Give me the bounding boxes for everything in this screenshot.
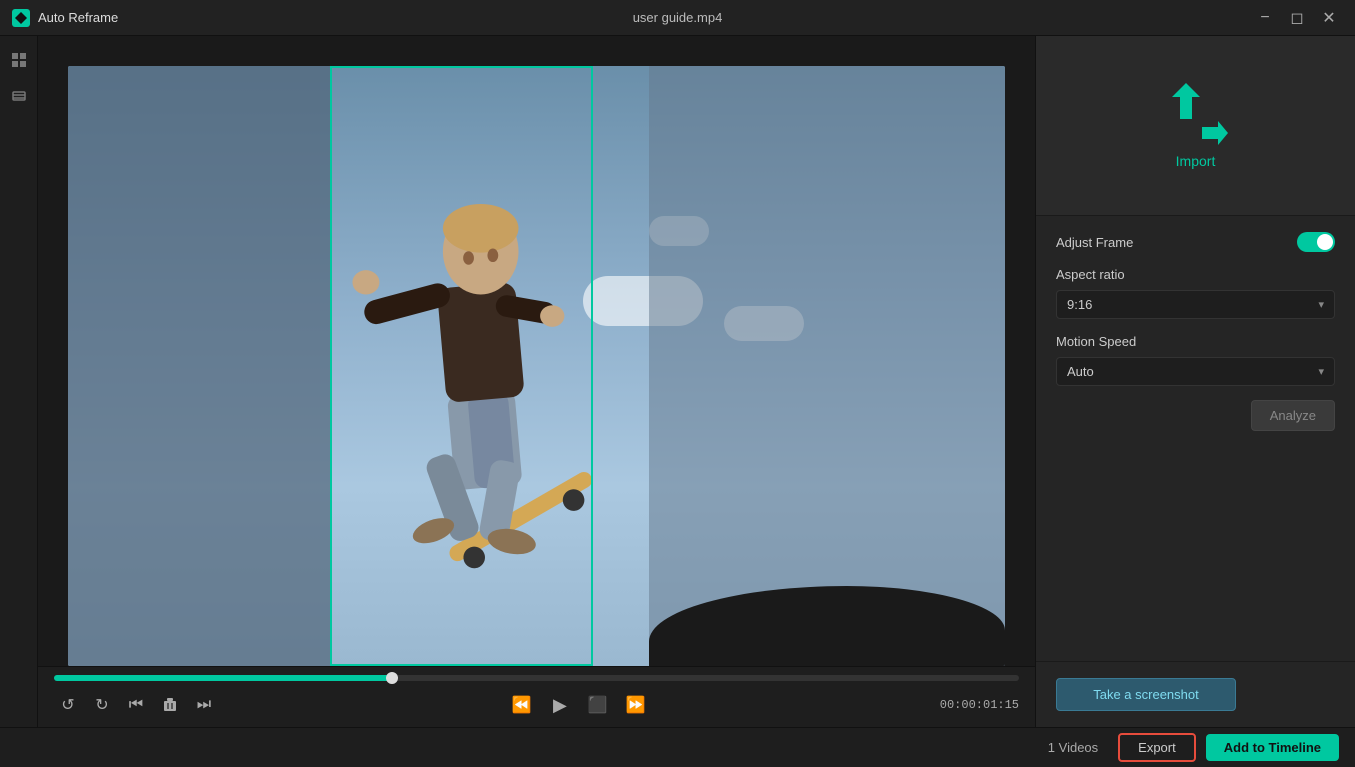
- motion-speed-dropdown[interactable]: Auto ▾: [1056, 357, 1335, 386]
- progress-fill: [54, 675, 392, 681]
- toggle-thumb: [1317, 234, 1333, 250]
- maximize-button[interactable]: ◻: [1283, 4, 1311, 32]
- video-viewport: [68, 66, 1005, 666]
- controls-bar: ↺ ↻ ⏮ ⏭ ⏪ ▶ ⬛: [38, 666, 1035, 727]
- video-scene: [68, 66, 1005, 666]
- sidebar-icon-grid[interactable]: [5, 46, 33, 74]
- left-sidebar: [0, 36, 38, 727]
- download-arrow-icon: [1166, 83, 1206, 123]
- bottom-bar: 1 Videos Export Add to Timeline: [0, 727, 1355, 767]
- analyze-button[interactable]: Analyze: [1251, 400, 1335, 431]
- add-timeline-button[interactable]: Add to Timeline: [1206, 734, 1339, 761]
- skip-back-button[interactable]: ⏮: [122, 691, 150, 719]
- app-name: Auto Reframe: [38, 10, 118, 25]
- motion-speed-value: Auto: [1067, 364, 1094, 379]
- import-label[interactable]: Import: [1176, 153, 1216, 169]
- import-arrow-icon: [1202, 119, 1230, 147]
- aspect-ratio-value: 9:16: [1067, 297, 1092, 312]
- redo-button[interactable]: ↻: [88, 691, 116, 719]
- screenshot-button[interactable]: Take a screenshot: [1056, 678, 1236, 711]
- aspect-ratio-label: Aspect ratio: [1056, 267, 1125, 282]
- close-button[interactable]: ✕: [1315, 4, 1343, 32]
- screenshot-section: Take a screenshot: [1036, 661, 1355, 727]
- progress-thumb[interactable]: [386, 672, 398, 684]
- minimize-button[interactable]: −: [1251, 4, 1279, 32]
- import-section: Import: [1036, 36, 1355, 216]
- controls-center: ⏪ ▶ ⬛ ⏩: [508, 691, 650, 719]
- progress-bar[interactable]: [54, 675, 1019, 681]
- title-bar: Auto Reframe user guide.mp4 − ◻ ✕: [0, 0, 1355, 36]
- skip-forward-button[interactable]: ⏭: [190, 691, 218, 719]
- file-name: user guide.mp4: [633, 10, 723, 25]
- window-controls: − ◻ ✕: [1251, 4, 1343, 32]
- playback-controls: ↺ ↻ ⏮ ⏭ ⏪ ▶ ⬛: [54, 691, 1019, 719]
- app-icon: [12, 9, 30, 27]
- chevron-down-icon-2: ▾: [1318, 365, 1324, 378]
- chevron-down-icon: ▾: [1318, 298, 1324, 311]
- settings-section: Adjust Frame Aspect ratio 9:16 ▾ Motion …: [1036, 216, 1355, 661]
- play-button[interactable]: ▶: [546, 691, 574, 719]
- undo-button[interactable]: ↺: [54, 691, 82, 719]
- video-area: ↺ ↻ ⏮ ⏭ ⏪ ▶ ⬛: [38, 36, 1035, 727]
- motion-speed-label: Motion Speed: [1056, 334, 1136, 349]
- export-button[interactable]: Export: [1118, 733, 1196, 762]
- right-panel: Import Adjust Frame Aspect ratio 9:16 ▾: [1035, 36, 1355, 727]
- main-layout: ↺ ↻ ⏮ ⏭ ⏪ ▶ ⬛: [0, 36, 1355, 727]
- import-icon: [1166, 83, 1226, 143]
- adjust-frame-toggle[interactable]: [1297, 232, 1335, 252]
- controls-left: ↺ ↻ ⏮ ⏭: [54, 691, 218, 719]
- step-forward-button[interactable]: ⏩: [622, 691, 650, 719]
- step-back-button[interactable]: ⏪: [508, 691, 536, 719]
- adjust-frame-row: Adjust Frame: [1056, 232, 1335, 252]
- title-bar-left: Auto Reframe: [12, 9, 118, 27]
- time-display: 00:00:01:15: [940, 698, 1019, 712]
- videos-count: 1 Videos: [1048, 740, 1098, 755]
- reframe-box[interactable]: [330, 66, 592, 666]
- adjust-frame-label: Adjust Frame: [1056, 235, 1133, 250]
- delete-button[interactable]: [156, 691, 184, 719]
- sidebar-icon-layers[interactable]: [5, 82, 33, 110]
- stop-button[interactable]: ⬛: [584, 691, 612, 719]
- aspect-ratio-dropdown[interactable]: 9:16 ▾: [1056, 290, 1335, 319]
